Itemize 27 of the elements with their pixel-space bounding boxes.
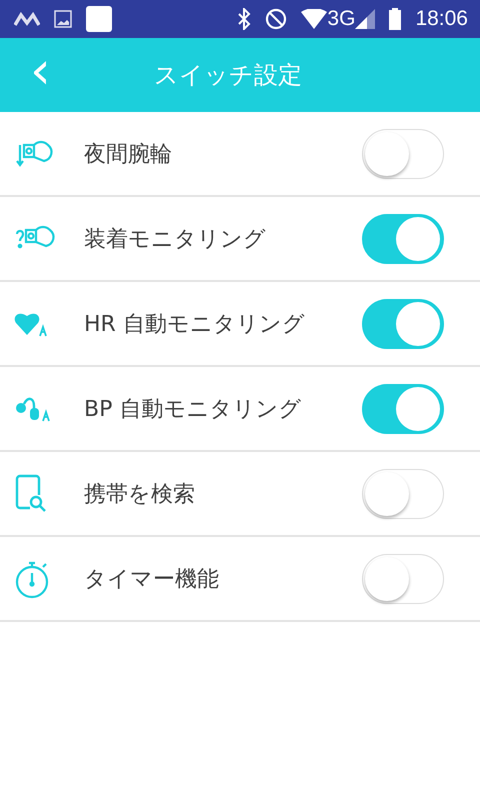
phone-search-icon — [14, 474, 48, 514]
image-icon — [54, 10, 72, 28]
bluetooth-icon — [237, 8, 252, 30]
toggle-switch[interactable] — [362, 128, 444, 178]
signal-icon — [355, 9, 376, 29]
setting-label: HR 自動モニタリング — [84, 310, 306, 338]
clock: 18:06 — [415, 7, 468, 31]
toggle-switch[interactable] — [362, 298, 444, 348]
toggle-switch[interactable] — [362, 468, 444, 518]
wifi-icon — [301, 9, 328, 29]
screen-title: スイッチ設定 — [154, 60, 302, 91]
setting-label: タイマー機能 — [84, 566, 220, 594]
setting-label: 夜間腕輪 — [84, 140, 173, 168]
heart-icon — [14, 310, 48, 336]
blood-pressure-icon — [14, 396, 52, 422]
app-logo-icon — [14, 12, 40, 26]
notification-icon — [86, 6, 112, 32]
setting-label: 装着モニタリング — [84, 226, 267, 254]
toggle-switch[interactable] — [362, 384, 444, 434]
setting-label: BP 自動モニタリング — [84, 396, 302, 424]
back-button[interactable]: ‹ — [0, 45, 80, 105]
toggle-switch[interactable] — [362, 554, 444, 604]
do-not-disturb-icon — [265, 8, 288, 30]
setting-label: 携帯を検索 — [84, 480, 196, 508]
network-type: 3G — [327, 7, 356, 31]
battery-icon — [389, 8, 402, 30]
toggle-switch[interactable] — [362, 214, 444, 264]
